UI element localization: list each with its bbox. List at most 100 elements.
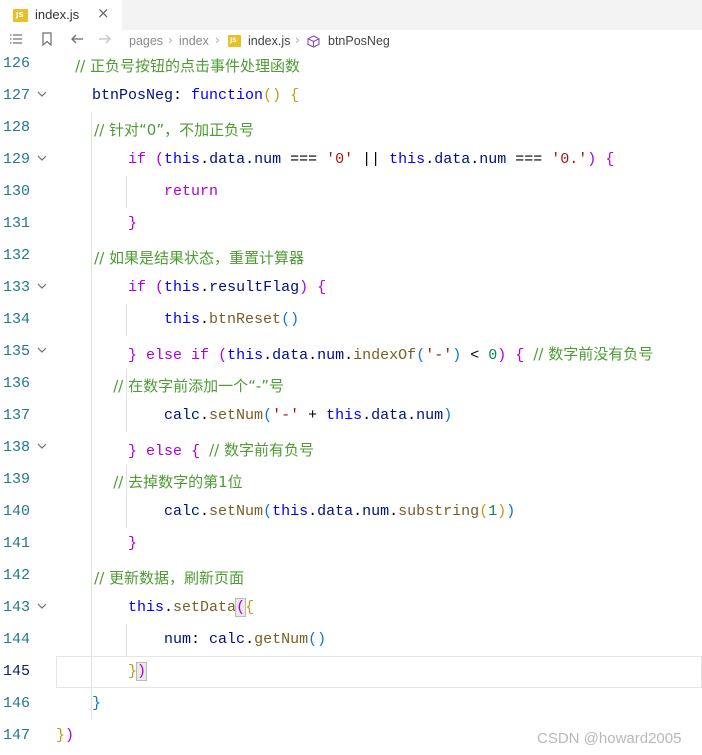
code-text: } [56, 695, 101, 712]
code-line[interactable]: 136 // 在数字前添加一个“-”号 [0, 368, 702, 400]
code-token: . [344, 347, 354, 364]
code-line[interactable]: 138 } else { // 数字前有负号 [0, 432, 702, 464]
code-editor[interactable]: 126 // 正负号按钮的点击事件处理函数 127 btnPosNeg: func… [0, 48, 702, 755]
code-line[interactable]: 141 } [0, 528, 702, 560]
chevron-down-icon[interactable] [36, 87, 48, 99]
code-token: . [425, 151, 435, 168]
chevron-down-icon[interactable] [36, 343, 48, 355]
code-line[interactable]: 133 if (this.resultFlag) { [0, 272, 702, 304]
code-line[interactable]: 135 } else if (this.data.num.indexOf('-'… [0, 336, 702, 368]
code-token: num [362, 503, 390, 520]
code-token: this [56, 311, 201, 328]
chevron-down-icon[interactable] [36, 439, 48, 451]
code-line[interactable]: 132 // 如果是结果状态，重置计算器 [0, 240, 702, 272]
code-token: num [479, 151, 507, 168]
code-token: ( [263, 407, 273, 424]
code-token: () [281, 311, 300, 328]
breadcrumb-item-index[interactable]: index [179, 34, 209, 48]
line-number: 143 [2, 599, 30, 616]
line-number: 134 [2, 311, 30, 328]
code-line[interactable]: 131 } [0, 208, 702, 240]
code-token: . [245, 151, 255, 168]
code-token: ( [218, 347, 228, 364]
code-line[interactable]: 128 // 针对“0”，不加正负号 [0, 112, 702, 144]
code-token: this [272, 503, 309, 520]
code-token: ) [497, 503, 507, 520]
code-text: calc.setNum(this.data.num.substring(1)) [56, 503, 515, 520]
code-token: this [326, 407, 363, 424]
code-token: setNum [209, 503, 264, 520]
code-text: num: calc.getNum() [56, 631, 326, 648]
code-token: btnPosNeg [56, 87, 174, 104]
code-token: ) [452, 347, 462, 364]
code-token: num [317, 347, 345, 364]
code-text: // 如果是结果状态，重置计算器 [56, 247, 304, 268]
code-token: if [56, 279, 147, 296]
code-token: calc [56, 407, 201, 424]
code-token: 1 [488, 503, 498, 520]
line-number: 145 [2, 663, 30, 680]
code-text: btnPosNeg: function() { [56, 87, 299, 104]
code-token: . [200, 503, 210, 520]
breadcrumb-item-file[interactable]: index.js [248, 34, 290, 48]
code-token: } [56, 695, 102, 712]
code-token: } [56, 727, 66, 744]
code-token: === [281, 151, 327, 168]
breadcrumb-separator: › [168, 33, 173, 47]
code-token: '-' [425, 347, 453, 364]
chevron-down-icon[interactable] [36, 599, 48, 611]
code-line[interactable]: 142 // 更新数据，刷新页面 [0, 560, 702, 592]
code-token: === [506, 151, 552, 168]
code-text: }) [56, 727, 74, 744]
code-token: { [515, 347, 525, 364]
close-icon[interactable]: × [97, 4, 110, 22]
code-token: this [164, 279, 201, 296]
code-line[interactable]: 129 if (this.data.num === '0' || this.da… [0, 144, 702, 176]
line-number: 127 [2, 87, 30, 104]
code-line[interactable]: 139 // 去掉数字的第1位 [0, 464, 702, 496]
code-token: . [308, 347, 318, 364]
code-text: // 正负号按钮的点击事件处理函数 [56, 55, 300, 76]
code-text: } [56, 215, 137, 232]
breadcrumb-item-symbol[interactable]: btnPosNeg [328, 34, 390, 48]
chevron-down-icon[interactable] [36, 151, 48, 163]
code-token: function [191, 87, 264, 104]
code-token: { [245, 599, 255, 616]
tab-label: index.js [35, 7, 80, 22]
code-text: // 在数字前添加一个“-”号 [56, 375, 284, 396]
code-token: ( [479, 503, 489, 520]
code-line[interactable]: 140 calc.setNum(this.data.num.substring(… [0, 496, 702, 528]
breadcrumb-item-pages[interactable]: pages [129, 34, 163, 48]
chevron-down-icon[interactable] [36, 279, 48, 291]
code-line[interactable]: 126 // 正负号按钮的点击事件处理函数 [0, 48, 702, 80]
code-line[interactable]: 137 calc.setNum('-' + this.data.num) [0, 400, 702, 432]
code-token: ( [416, 347, 426, 364]
code-token: data [371, 407, 408, 424]
code-text: } else if (this.data.num.indexOf('-') < … [56, 343, 653, 364]
code-line[interactable]: 127 btnPosNeg: function() { [0, 80, 702, 112]
code-token: . [200, 407, 210, 424]
code-token: this [389, 151, 426, 168]
code-token: { [290, 87, 300, 104]
code-line[interactable]: 146 } [0, 688, 702, 720]
code-text: calc.setNum('-' + this.data.num) [56, 407, 452, 424]
tab-index-js[interactable]: JS index.js × [0, 0, 122, 30]
code-token: } [56, 347, 138, 364]
watermark: CSDN @howard2005 [537, 730, 682, 747]
code-line[interactable]: 143 this.setData({ [0, 592, 702, 624]
code-token: else [146, 443, 183, 460]
code-line[interactable]: 134 this.btnReset() [0, 304, 702, 336]
code-token: } [56, 443, 138, 460]
code-token: num [254, 151, 282, 168]
code-text: } else { // 数字前有负号 [56, 439, 314, 460]
code-token: . [200, 311, 210, 328]
code-line[interactable]: 130 return [0, 176, 702, 208]
code-token: ) [443, 407, 453, 424]
code-text: } [56, 535, 137, 552]
code-line[interactable]: 144 num: calc.getNum() [0, 624, 702, 656]
